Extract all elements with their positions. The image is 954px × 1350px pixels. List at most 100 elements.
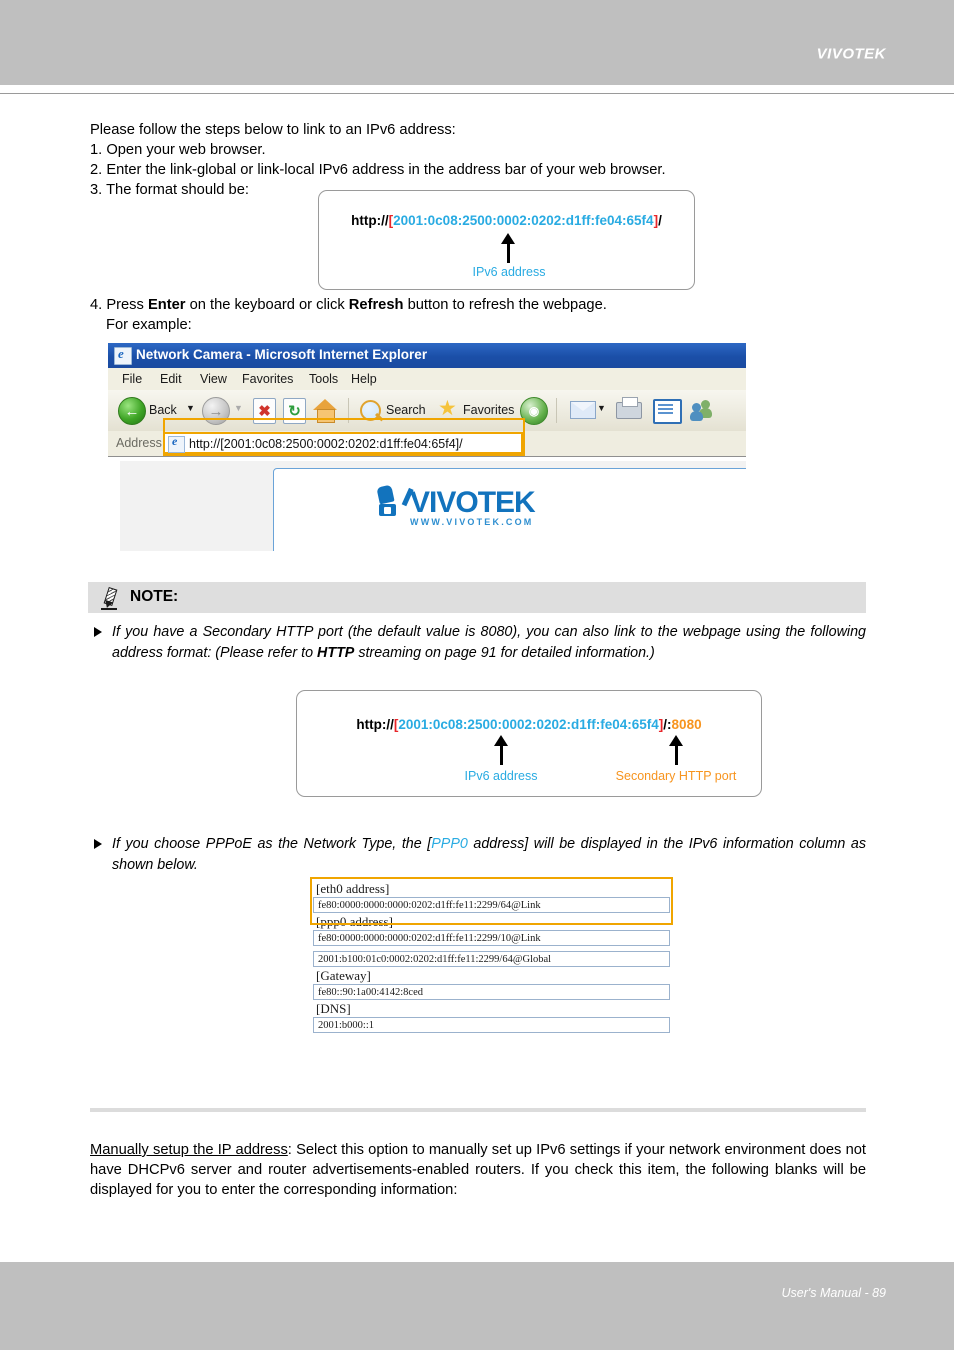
back-button-icon[interactable]: ← — [118, 397, 146, 425]
mail-flap-shape — [571, 402, 595, 411]
callout2-arrow-label-port: Secondary HTTP port — [615, 769, 737, 783]
callout2-arrow-label-address: IPv6 address — [464, 769, 538, 783]
camera-lens-shape — [384, 507, 391, 514]
messenger-icon[interactable] — [690, 400, 714, 421]
step-4-example: For example: — [106, 317, 192, 333]
address-bar-label: Address — [116, 436, 162, 450]
callout-arrow-stem-1 — [507, 243, 510, 263]
step-4-enter: Enter — [147, 297, 186, 313]
ipv6-row-label-gateway: [Gateway] — [316, 968, 371, 983]
note-bullet-2: If you choose PPPoE as the Network Type,… — [112, 834, 866, 875]
url-format-line-1: http://[2001:0c08:2500:0002:0202:d1ff:fe… — [319, 213, 694, 228]
mail-icon[interactable] — [570, 401, 596, 419]
url-format-callout-2: http://[2001:0c08:2500:0002:0202:d1ff:fe… — [296, 690, 762, 797]
note-title: NOTE: — [130, 588, 179, 605]
ipv6-value-eth0-1: fe80:0000:0000:0000:0202:d1ff:fe11:2299/… — [313, 897, 670, 913]
stop-x-glyph: ✖ — [258, 403, 271, 420]
intro-steps: Please follow the steps below to link to… — [90, 120, 870, 200]
menu-item-view[interactable]: View — [200, 372, 227, 386]
edit-icon[interactable] — [653, 399, 682, 424]
menu-item-edit[interactable]: Edit — [160, 372, 182, 386]
url-scheme: http:// — [351, 213, 389, 228]
ipv6-value-dns-1: 2001:b000::1 — [313, 1017, 670, 1033]
browser-menubar: File Edit View Favorites Tools Help — [108, 368, 746, 391]
internet-explorer-icon — [114, 346, 132, 365]
forward-arrow-glyph: → — [208, 402, 224, 420]
edit-lines-shape — [658, 404, 673, 406]
url2-scheme: http:// — [356, 717, 394, 732]
callout2-arrow-stem-port — [675, 745, 678, 765]
toolbar-separator-1 — [348, 398, 349, 423]
ipv6-information-table: [eth0 address] fe80:0000:0000:0000:0202:… — [313, 880, 670, 1033]
person-body-front — [690, 411, 703, 421]
address-input[interactable]: http://[2001:0c08:2500:0002:0202:d1ff:fe… — [163, 432, 523, 454]
note-bullet-1: If you have a Secondary HTTP port (the d… — [112, 622, 866, 663]
back-dropdown-caret[interactable]: ▼ — [186, 403, 195, 413]
step-4-block: 4. Press Enter on the keyboard or click … — [90, 295, 870, 335]
pencil-icon — [100, 587, 120, 610]
address-input-value: http://[2001:0c08:2500:0002:0202:d1ff:fe… — [189, 437, 463, 451]
browser-toolbar: ← Back ▼ → ▼ ✖ ↻ Search ★ Favorites ◉ ▼ — [108, 390, 746, 432]
note-header: NOTE: — [88, 582, 866, 613]
url-format-callout-1: http://[2001:0c08:2500:0002:0202:d1ff:fe… — [318, 190, 695, 290]
ipv6-row-label-eth0: [eth0 address] — [316, 881, 390, 896]
step-4-line: 4. Press Enter on the keyboard or click … — [90, 295, 870, 315]
menu-item-favorites[interactable]: Favorites — [242, 372, 293, 386]
callout2-arrow-head-port — [669, 735, 683, 746]
step-4-refresh: Refresh — [348, 297, 404, 313]
print-paper-shape — [622, 397, 638, 407]
step-4-prefix: 4. Press — [90, 297, 148, 313]
browser-content-area: VIVOTEK WWW.VIVOTEK.COM — [108, 456, 746, 551]
search-button-label[interactable]: Search — [386, 403, 426, 417]
browser-titlebar: Network Camera - Microsoft Internet Expl… — [108, 343, 746, 368]
step-1: 1. Open your web browser. — [90, 142, 266, 158]
print-icon[interactable] — [616, 397, 642, 419]
url-trailing-slash: / — [658, 213, 662, 228]
note-bullet-2-part1: If you choose PPPoE as the Network Type,… — [112, 836, 432, 852]
url2-ipv6-address: 2001:0c08:2500:0002:0202:d1ff:fe04:65f4 — [398, 717, 659, 732]
intro-lead: Please follow the steps below to link to… — [90, 122, 456, 138]
note-bullet-1-strong: HTTP — [317, 644, 355, 661]
note-bullet-2-highlight: PPP0 — [431, 836, 468, 852]
header-divider — [0, 93, 954, 94]
step-4-middle: on the keyboard or click — [185, 297, 349, 313]
search-icon[interactable] — [360, 400, 384, 422]
back-button-label[interactable]: Back — [149, 403, 177, 417]
url2-port: 8080 — [671, 717, 702, 732]
browser-address-bar: Address http://[2001:0c08:2500:0002:0202… — [108, 431, 746, 457]
note-bullet-1-part2: streaming on page 91 for detailed inform… — [354, 644, 655, 661]
menu-item-tools[interactable]: Tools — [309, 372, 338, 386]
vivotek-logo-url: WWW.VIVOTEK.COM — [410, 517, 534, 527]
media-glyph: ◉ — [528, 404, 540, 418]
ipv6-value-ppp0-2: 2001:b100:01c0:0002:0202:d1ff:fe11:2299/… — [313, 951, 670, 967]
mail-dropdown-caret[interactable]: ▼ — [597, 403, 606, 413]
url-format-line-2: http://[2001:0c08:2500:0002:0202:d1ff:fe… — [297, 717, 761, 732]
browser-content-background: VIVOTEK WWW.VIVOTEK.COM — [120, 461, 746, 551]
url2-separator: /: — [663, 717, 672, 732]
favorites-button-label[interactable]: Favorites — [463, 403, 514, 417]
url-ipv6-address: 2001:0c08:2500:0002:0202:d1ff:fe04:65f4 — [393, 213, 654, 228]
vivotek-logo: VIVOTEK WWW.VIVOTEK.COM — [374, 479, 554, 534]
menu-item-help[interactable]: Help — [351, 372, 377, 386]
refresh-arrows-glyph: ↻ — [288, 403, 301, 420]
menu-item-file[interactable]: File — [122, 372, 142, 386]
ipv6-value-gateway-1: fe80::90:1a00:4142:8ced — [313, 984, 670, 1000]
search-icon-handle — [375, 412, 384, 422]
step-4-suffix: button to refresh the webpage. — [403, 297, 607, 313]
home-body-shape — [317, 409, 335, 423]
manual-setup-paragraph: Manually setup the IP address: Select th… — [90, 1140, 866, 1200]
note-bullet-1-marker — [94, 627, 102, 637]
home-button-icon[interactable] — [313, 399, 337, 423]
browser-title: Network Camera - Microsoft Internet Expl… — [136, 347, 428, 362]
address-page-icon — [168, 434, 185, 453]
forward-button-icon: → — [202, 397, 230, 425]
brand-label: VIVOTEK — [816, 45, 886, 63]
forward-dropdown-caret: ▼ — [234, 403, 243, 413]
refresh-button-icon[interactable]: ↻ — [283, 398, 306, 424]
step-2: 2. Enter the link-global or link-local I… — [90, 162, 666, 178]
ipv6-value-ppp0-1: fe80:0000:0000:0000:0202:d1ff:fe11:2299/… — [313, 930, 670, 946]
browser-screenshot: Network Camera - Microsoft Internet Expl… — [108, 343, 746, 551]
media-button-icon[interactable]: ◉ — [520, 397, 548, 425]
stop-button-icon[interactable]: ✖ — [253, 398, 276, 424]
ipv6-row-label-ppp0: [ppp0 address] — [316, 914, 393, 929]
